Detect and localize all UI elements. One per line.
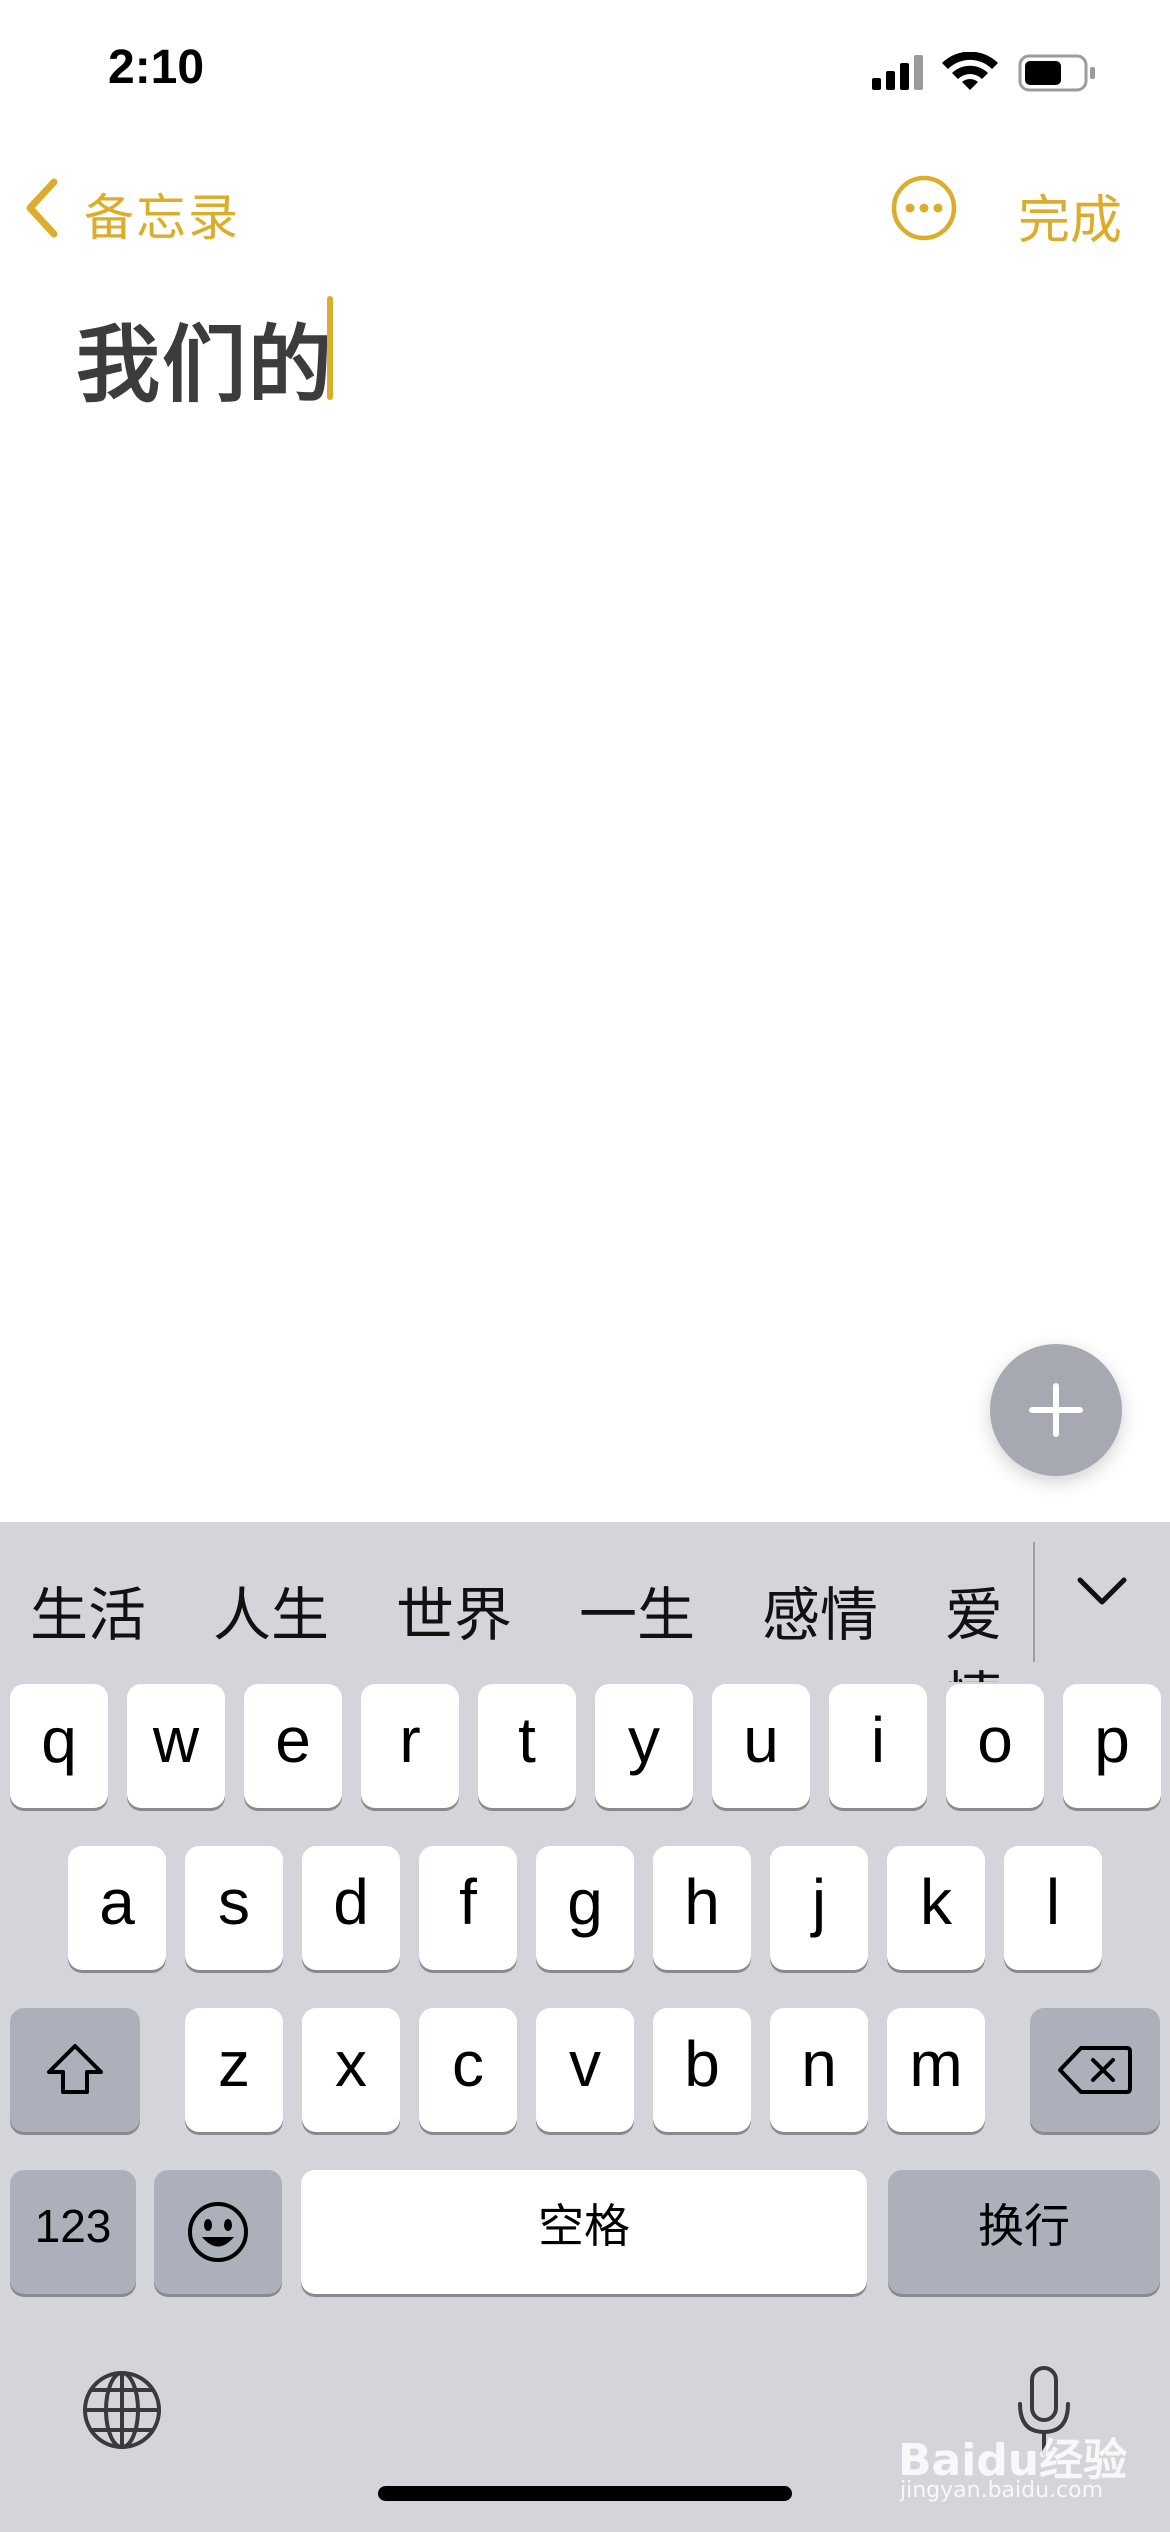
- key-k[interactable]: k: [887, 1846, 985, 1970]
- key-l[interactable]: l: [1004, 1846, 1102, 1970]
- expand-candidates-button[interactable]: [1072, 1566, 1132, 1616]
- key-f[interactable]: f: [419, 1846, 517, 1970]
- key-z[interactable]: z: [185, 2008, 283, 2132]
- numbers-key[interactable]: 123: [10, 2170, 136, 2294]
- candidate-word[interactable]: 人生: [213, 1568, 329, 1652]
- delete-key[interactable]: [1030, 2008, 1160, 2132]
- key-a[interactable]: a: [68, 1846, 166, 1970]
- ellipsis-circle-icon: [891, 175, 957, 241]
- cellular-signal-icon: [872, 55, 923, 90]
- watermark-url: jingyan.baidu.com: [900, 2478, 1104, 2503]
- key-v[interactable]: v: [536, 2008, 634, 2132]
- battery-icon: [1018, 54, 1095, 92]
- shift-key[interactable]: [10, 2008, 140, 2132]
- key-h[interactable]: h: [653, 1846, 751, 1970]
- candidate-word[interactable]: 爱情: [945, 1568, 1033, 1682]
- key-w[interactable]: w: [127, 1684, 225, 1808]
- note-body-text[interactable]: 我们的: [76, 298, 334, 419]
- switch-keyboard-button[interactable]: [80, 2368, 164, 2452]
- wifi-icon: [942, 51, 998, 90]
- key-i[interactable]: i: [829, 1684, 927, 1808]
- candidate-clip: 爱情: [945, 1522, 1033, 1682]
- emoji-face-icon: [188, 2202, 248, 2262]
- key-e[interactable]: e: [244, 1684, 342, 1808]
- globe-icon: [83, 2371, 161, 2449]
- candidate-word[interactable]: 一生: [579, 1568, 695, 1652]
- plus-icon: [1029, 1383, 1083, 1437]
- back-button[interactable]: 备忘录: [22, 172, 272, 247]
- chevron-down-icon: [1077, 1577, 1127, 1605]
- home-indicator[interactable]: [378, 2486, 792, 2501]
- done-button[interactable]: 完成: [1018, 178, 1122, 253]
- chevron-left-icon: [26, 178, 58, 238]
- shift-arrow-icon: [47, 2044, 103, 2094]
- text-cursor: [327, 296, 333, 400]
- key-s[interactable]: s: [185, 1846, 283, 1970]
- status-time: 2:10: [108, 41, 205, 94]
- add-button[interactable]: [990, 1344, 1122, 1476]
- key-y[interactable]: y: [595, 1684, 693, 1808]
- key-x[interactable]: x: [302, 2008, 400, 2132]
- key-n[interactable]: n: [770, 2008, 868, 2132]
- key-g[interactable]: g: [536, 1846, 634, 1970]
- key-r[interactable]: r: [361, 1684, 459, 1808]
- status-icons: [868, 51, 1118, 100]
- key-b[interactable]: b: [653, 2008, 751, 2132]
- candidate-word[interactable]: 世界: [396, 1568, 512, 1652]
- more-options-button[interactable]: [890, 174, 958, 242]
- backspace-icon: [1058, 2046, 1132, 2094]
- key-d[interactable]: d: [302, 1846, 400, 1970]
- key-p[interactable]: p: [1063, 1684, 1161, 1808]
- key-j[interactable]: j: [770, 1846, 868, 1970]
- keyboard: 生活 人生 世界 一生 感情 爱情 q w e r t y u i o p a …: [0, 1522, 1170, 2532]
- space-key[interactable]: 空格: [301, 2170, 867, 2294]
- key-m[interactable]: m: [887, 2008, 985, 2132]
- back-button-label: 备忘录: [84, 189, 240, 247]
- key-q[interactable]: q: [10, 1684, 108, 1808]
- key-c[interactable]: c: [419, 2008, 517, 2132]
- key-o[interactable]: o: [946, 1684, 1044, 1808]
- key-u[interactable]: u: [712, 1684, 810, 1808]
- candidate-divider: [1033, 1542, 1035, 1662]
- emoji-key[interactable]: [154, 2170, 282, 2294]
- key-t[interactable]: t: [478, 1684, 576, 1808]
- return-key[interactable]: 换行: [888, 2170, 1160, 2294]
- candidate-word[interactable]: 感情: [762, 1568, 878, 1652]
- candidate-word[interactable]: 生活: [30, 1568, 146, 1652]
